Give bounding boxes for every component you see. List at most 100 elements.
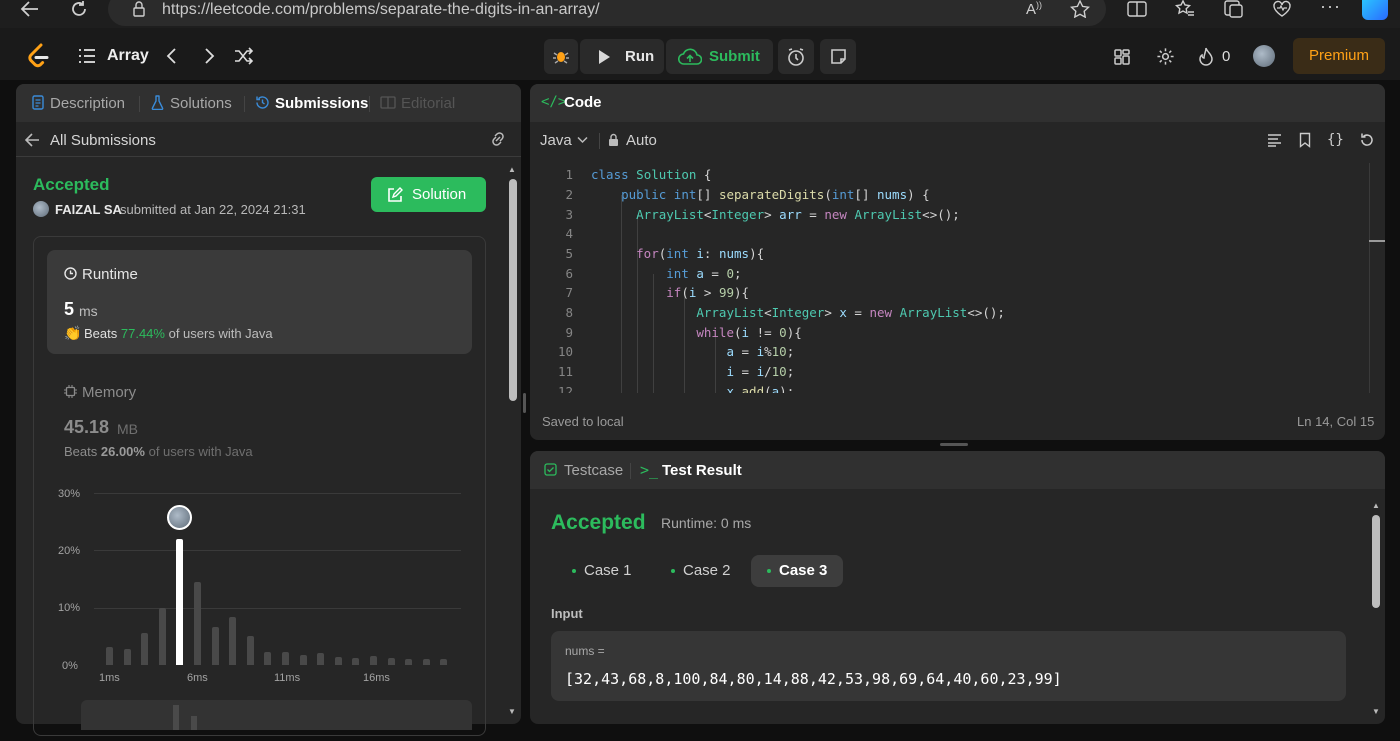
next-problem-icon[interactable] xyxy=(203,47,215,65)
chart-bar[interactable] xyxy=(194,582,201,665)
premium-button[interactable]: Premium xyxy=(1293,38,1385,74)
leetcode-logo-icon[interactable] xyxy=(27,43,51,69)
solution-button[interactable]: Solution xyxy=(371,177,486,212)
username[interactable]: FAIZAL SA xyxy=(55,202,122,217)
code-line[interactable]: class Solution { xyxy=(591,167,711,182)
line-number: 9 xyxy=(565,325,573,340)
chart-bar[interactable] xyxy=(229,616,237,665)
chart-bar[interactable] xyxy=(141,632,149,665)
code-line[interactable]: a = i%10; xyxy=(591,344,794,359)
chart-bar[interactable] xyxy=(246,636,254,665)
runtime-distribution-chart[interactable]: 30% 20% 10% 0% 1ms 6ms 11ms 16ms xyxy=(56,486,466,686)
chart-bar[interactable] xyxy=(299,655,307,665)
chart-bar[interactable] xyxy=(264,651,272,665)
code-line[interactable]: ArrayList<Integer> x = new ArrayList<>()… xyxy=(591,305,1005,320)
chart-bar[interactable] xyxy=(317,652,325,665)
chart-bar[interactable] xyxy=(422,658,430,665)
avatar[interactable] xyxy=(1253,45,1275,67)
favorite-star-icon[interactable] xyxy=(1070,0,1090,18)
tab-solutions[interactable]: Solutions xyxy=(170,95,232,112)
beats-suffix: of users with Java xyxy=(148,444,253,459)
code-line[interactable]: int a = 0; xyxy=(591,266,741,281)
result-scrollbar-thumb[interactable] xyxy=(1372,515,1380,608)
tab-testcase[interactable]: Testcase xyxy=(564,462,623,479)
submit-button[interactable]: Submit xyxy=(666,39,773,74)
tab-submissions[interactable]: Submissions xyxy=(275,95,368,112)
case-1-tab[interactable]: Case 1 xyxy=(556,555,648,587)
prev-problem-icon[interactable] xyxy=(166,47,178,65)
vertical-resize-handle[interactable] xyxy=(940,443,968,446)
settings-gear-icon[interactable] xyxy=(1156,47,1175,66)
code-line[interactable]: i = i/10; xyxy=(591,364,794,379)
problem-list-icon[interactable] xyxy=(78,47,96,65)
refresh-icon[interactable] xyxy=(70,0,88,18)
left-scrollbar-thumb[interactable] xyxy=(509,179,517,401)
chevron-down-icon[interactable] xyxy=(577,136,588,144)
more-options-icon[interactable]: ··· xyxy=(1320,0,1341,17)
case-3-tab[interactable]: Case 3 xyxy=(751,555,844,587)
beats-label: Beats xyxy=(84,326,118,341)
tab-description[interactable]: Description xyxy=(50,95,125,112)
case-2-tab[interactable]: Case 2 xyxy=(655,555,747,587)
tab-test-result[interactable]: Test Result xyxy=(662,462,742,479)
submit-label: Submit xyxy=(709,48,760,65)
url-text[interactable]: https://leetcode.com/problems/separate-t… xyxy=(162,1,600,19)
code-title[interactable]: Code xyxy=(564,94,602,111)
scroll-down-arrow-icon[interactable]: ▼ xyxy=(508,707,516,716)
scroll-up-arrow-icon[interactable]: ▲ xyxy=(508,165,516,174)
chart-bar[interactable] xyxy=(158,607,166,665)
chart-bar[interactable] xyxy=(405,658,413,665)
run-button[interactable]: Run xyxy=(580,39,664,74)
editor-scroll-track[interactable] xyxy=(1369,163,1370,393)
chart-bar[interactable] xyxy=(352,657,360,665)
layout-icon[interactable] xyxy=(1113,48,1131,66)
chart-bar[interactable] xyxy=(440,658,448,665)
copilot-icon[interactable] xyxy=(1362,0,1388,20)
favorites-icon[interactable] xyxy=(1175,0,1195,18)
code-line[interactable]: public int[] separateDigits(int[] nums) … xyxy=(591,187,930,202)
debugger-button[interactable] xyxy=(544,39,578,74)
scroll-down-arrow-icon[interactable]: ▼ xyxy=(1372,707,1380,716)
streak-flame-icon[interactable] xyxy=(1198,47,1214,66)
chart-bar[interactable] xyxy=(176,538,184,665)
chart-bar[interactable] xyxy=(106,646,113,665)
format-lines-icon[interactable] xyxy=(1267,133,1282,147)
chart-bar[interactable] xyxy=(370,655,377,665)
code-line[interactable]: if(i > 99){ xyxy=(591,285,749,300)
chart-bar[interactable] xyxy=(334,656,342,665)
bookmark-icon[interactable] xyxy=(1299,132,1311,148)
lock-icon[interactable] xyxy=(132,1,146,17)
reset-code-icon[interactable] xyxy=(1359,132,1375,148)
all-submissions-link[interactable]: All Submissions xyxy=(50,132,156,149)
share-link-icon[interactable] xyxy=(488,131,508,147)
browser-essentials-icon[interactable] xyxy=(1272,0,1292,18)
code-line[interactable]: ArrayList<Integer> arr = new ArrayList<>… xyxy=(591,207,960,222)
chart-bar[interactable] xyxy=(211,627,219,665)
autocomplete-mode[interactable]: Auto xyxy=(626,132,657,149)
chart-bar[interactable] xyxy=(387,658,395,665)
editor-scroll-marker[interactable] xyxy=(1369,240,1385,242)
problem-list-title[interactable]: Array xyxy=(107,47,149,65)
input-box[interactable] xyxy=(551,631,1346,701)
run-label: Run xyxy=(625,48,655,65)
tab-editorial[interactable]: Editorial xyxy=(401,95,455,112)
code-line[interactable]: while(i != 0){ xyxy=(591,325,801,340)
scroll-up-arrow-icon[interactable]: ▲ xyxy=(1372,501,1380,510)
timer-button[interactable] xyxy=(778,39,814,74)
collections-icon[interactable] xyxy=(1224,0,1244,18)
back-arrow-icon[interactable] xyxy=(25,133,40,147)
user-avatar xyxy=(33,201,49,217)
shuffle-icon[interactable] xyxy=(234,47,254,65)
read-aloud-icon[interactable]: A)) xyxy=(1026,0,1042,18)
chart-bar[interactable] xyxy=(123,648,131,665)
language-select[interactable]: Java xyxy=(540,132,572,149)
split-screen-icon[interactable] xyxy=(1127,1,1147,17)
notes-button[interactable] xyxy=(820,39,856,74)
memory-title[interactable]: Memory xyxy=(82,384,136,401)
back-icon[interactable] xyxy=(20,0,40,18)
chart-bar[interactable] xyxy=(282,652,289,665)
code-line[interactable]: for(int i: nums){ xyxy=(591,246,764,261)
panel-resize-handle[interactable] xyxy=(523,393,526,413)
code-line[interactable]: x.add(a); xyxy=(591,384,794,393)
braces-icon[interactable]: {} xyxy=(1327,132,1344,148)
